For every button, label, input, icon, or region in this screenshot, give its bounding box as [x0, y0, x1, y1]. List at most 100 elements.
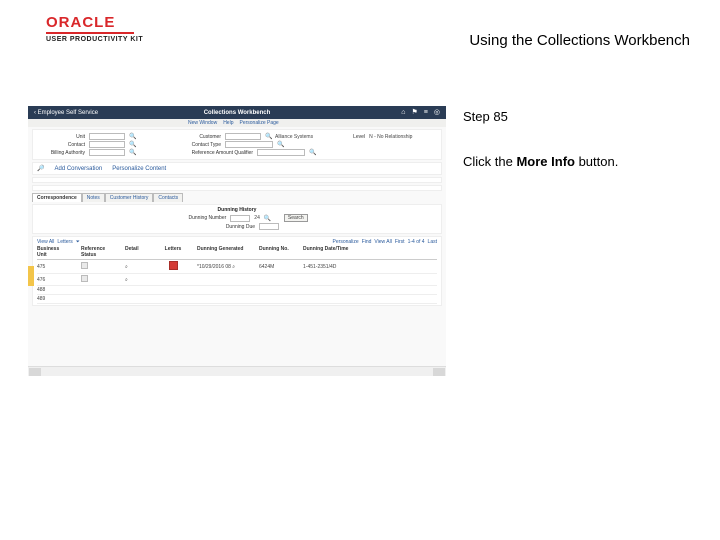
col-dunning-generated: Dunning Generated: [197, 246, 245, 258]
tab-notes[interactable]: Notes: [82, 193, 105, 202]
help-link[interactable]: Help: [223, 120, 233, 126]
col-dunning-datetime: Dunning Date/Time: [303, 246, 363, 258]
horizontal-scrollbar[interactable]: [28, 366, 446, 376]
table-row: 475 ⌕ *10/29/2016 08 ⌕ 6424M 1-451-2351/…: [37, 260, 437, 274]
instruction-prefix: Click the: [463, 154, 516, 169]
contact-input[interactable]: [89, 141, 125, 148]
cell-refstatus: [81, 275, 111, 284]
customer-label: Customer: [173, 134, 221, 140]
tab-correspondence[interactable]: Correspondence: [32, 193, 82, 202]
ref-amount-input[interactable]: [257, 149, 305, 156]
tab-contacts[interactable]: Contacts: [153, 193, 183, 202]
unit-label: Unit: [37, 134, 85, 140]
more-info-button[interactable]: [169, 261, 178, 270]
step-number: Step 85: [463, 109, 683, 124]
grid-area: View All Letters ⏷ Personalize Find View…: [32, 236, 442, 306]
topbar-icons: ⌂ ⚑ ≡ ◎: [401, 109, 440, 116]
contact-type-lookup-icon[interactable]: 🔍: [277, 141, 283, 148]
cell-bu: 489: [37, 296, 67, 302]
back-link[interactable]: ‹ Employee Self Service: [34, 110, 98, 116]
cell-bu: 475: [37, 264, 67, 270]
flag-icon[interactable]: ⚑: [412, 109, 418, 116]
contact-lookup-icon[interactable]: 🔍: [129, 141, 135, 148]
level-value: N - No Relationship: [369, 134, 412, 140]
cell-detail[interactable]: ⌕: [125, 277, 149, 283]
doc-header: ORACLE USER PRODUCTIVITY KIT Using the C…: [0, 14, 720, 54]
billing-authority-label: Billing Authority: [37, 150, 85, 156]
personalize-content-link[interactable]: Personalize Content: [112, 166, 166, 172]
document-icon[interactable]: [81, 262, 88, 269]
grid-first-link[interactable]: First: [395, 239, 405, 245]
step-panel: Step 85 Click the More Info button.: [463, 109, 683, 169]
home-icon[interactable]: ⌂: [401, 109, 405, 116]
upk-label: USER PRODUCTIVITY KIT: [46, 36, 143, 43]
dunning-number-lookup-icon[interactable]: 🔍: [264, 215, 270, 222]
dunning-number-label: Dunning Number: [166, 215, 226, 221]
yellow-side-tab[interactable]: [28, 266, 34, 286]
app-topbar: ‹ Employee Self Service Collections Work…: [28, 106, 446, 119]
scroll-right-button[interactable]: [433, 368, 445, 376]
dunning-due-input[interactable]: [259, 223, 279, 230]
document-icon[interactable]: [81, 275, 88, 282]
filter-section: Unit 🔍 Customer 🔍 Alliance Systems Level…: [32, 129, 442, 160]
unit-lookup-icon[interactable]: 🔍: [129, 133, 135, 140]
level-label: Level: [341, 134, 365, 140]
grid-left-item[interactable]: Letters: [57, 239, 72, 245]
grid-toolbar: View All Letters ⏷ Personalize Find View…: [37, 239, 437, 245]
search-icon[interactable]: 🔎: [37, 165, 44, 172]
spacer-row: [32, 177, 442, 183]
sub-toolbar: New Window Help Personalize Page: [28, 119, 446, 127]
personalize-page-link[interactable]: Personalize Page: [239, 120, 278, 126]
cell-bu: 476: [37, 277, 67, 283]
ref-amount-lookup-icon[interactable]: 🔍: [309, 149, 315, 156]
dunning-number-value: 24: [254, 215, 260, 221]
tab-customer-history[interactable]: Customer History: [105, 193, 154, 202]
menu-icon[interactable]: ≡: [424, 109, 428, 116]
grid-left-item[interactable]: View All: [37, 239, 54, 245]
scroll-left-button[interactable]: [29, 368, 41, 376]
new-window-link[interactable]: New Window: [188, 120, 217, 126]
dunning-number-input[interactable]: [230, 215, 250, 222]
col-reference-status: Reference Status: [81, 246, 111, 258]
cell-datetime: 1-451-2351/4D: [303, 264, 363, 270]
col-dunning-no: Dunning No.: [259, 246, 289, 258]
table-row: 476 ⌕: [37, 274, 437, 286]
step-instruction: Click the More Info button.: [463, 154, 683, 169]
grid-last-link[interactable]: Last: [428, 239, 437, 245]
contact-type-input[interactable]: [225, 141, 273, 148]
ref-amount-label: Reference Amount Qualifier: [173, 150, 253, 156]
grid-find-link[interactable]: Find: [362, 239, 372, 245]
customer-input[interactable]: [225, 133, 261, 140]
grid-header: Business Unit Reference Status Detail Le…: [37, 246, 437, 260]
spacer-row: [32, 185, 442, 191]
add-conversation-link[interactable]: Add Conversation: [54, 166, 102, 172]
app-screenshot: ‹ Employee Self Service Collections Work…: [28, 106, 446, 376]
chevron-down-icon[interactable]: ⏷: [76, 239, 80, 245]
table-row: 489: [37, 295, 437, 304]
customer-lookup-icon[interactable]: 🔍: [265, 133, 271, 140]
contact-type-label: Contact Type: [173, 142, 221, 148]
unit-input[interactable]: [89, 133, 125, 140]
table-row: 488: [37, 286, 437, 295]
grid-personalize-link[interactable]: Personalize: [333, 239, 359, 245]
grid-range: 1-4 of 4: [408, 239, 425, 245]
help-icon[interactable]: ◎: [434, 109, 440, 116]
oracle-underline: [46, 32, 134, 34]
billing-authority-lookup-icon[interactable]: 🔍: [129, 149, 135, 156]
detail-tabs: Correspondence Notes Customer History Co…: [32, 193, 442, 202]
oracle-wordmark: ORACLE: [46, 14, 143, 31]
cell-dunningno: 6424M: [259, 264, 289, 270]
dunning-heading: Dunning History: [218, 207, 257, 213]
col-detail: Detail: [125, 246, 149, 258]
page-title: Collections Workbench: [204, 110, 271, 116]
dunning-search-button[interactable]: Search: [284, 214, 308, 222]
billing-authority-input[interactable]: [89, 149, 125, 156]
grid-viewall-link[interactable]: View All: [374, 239, 391, 245]
dunning-section: Dunning History Dunning Number 24 🔍 Sear…: [32, 204, 442, 234]
customer-name: Alliance Systems: [275, 134, 313, 140]
cell-detail[interactable]: ⌕: [125, 264, 149, 270]
col-business-unit: Business Unit: [37, 246, 67, 258]
col-letters: Letters: [163, 246, 183, 258]
cell-refstatus: [81, 262, 111, 271]
instruction-target: More Info: [516, 154, 575, 169]
